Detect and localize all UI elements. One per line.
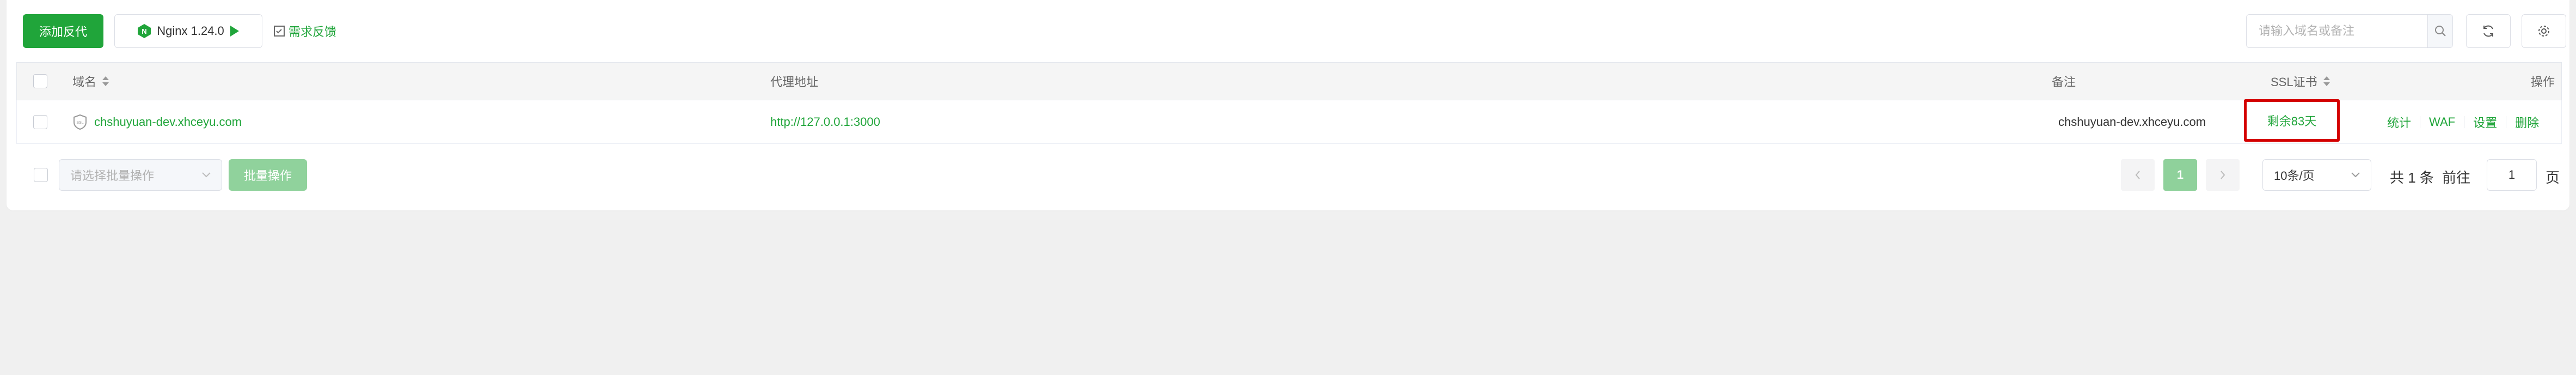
ssl-remaining-text: 剩余83天 bbox=[2267, 114, 2317, 128]
goto-page-input[interactable]: 1 bbox=[2487, 159, 2537, 191]
page-suffix-label: 页 bbox=[2546, 170, 2560, 186]
page-number-current[interactable]: 1 bbox=[2163, 159, 2197, 191]
feedback-icon bbox=[273, 25, 285, 37]
feedback-link[interactable]: 需求反馈 bbox=[273, 14, 336, 48]
column-domain[interactable]: 域名 bbox=[72, 63, 109, 100]
goto-page-value: 1 bbox=[2508, 168, 2516, 182]
refresh-button[interactable] bbox=[2466, 14, 2511, 48]
svg-text:N: N bbox=[142, 27, 147, 35]
nginx-icon: N bbox=[137, 23, 151, 39]
column-remark: 备注 bbox=[2052, 63, 2076, 100]
sort-icon bbox=[2323, 76, 2330, 87]
settings-link[interactable]: 设置 bbox=[2473, 113, 2497, 131]
add-proxy-label: 添加反代 bbox=[39, 25, 87, 39]
footer-select-all-checkbox[interactable] bbox=[34, 168, 48, 182]
goto-label: 前往 bbox=[2442, 170, 2471, 186]
column-actions: 操作 bbox=[2531, 63, 2555, 100]
delete-link[interactable]: 删除 bbox=[2515, 113, 2539, 131]
proxy-url-link[interactable]: http://127.0.0.1:3000 bbox=[770, 115, 880, 129]
page-size-select[interactable]: 10条/页 bbox=[2262, 159, 2371, 191]
chevron-down-icon bbox=[2351, 172, 2360, 178]
remark-text: chshuyuan-dev.xhceyu.com bbox=[2058, 114, 2206, 129]
ssl-remaining-badge[interactable]: 剩余83天 bbox=[2244, 99, 2340, 142]
search-icon bbox=[2434, 25, 2447, 38]
current-page-label: 1 bbox=[2176, 168, 2184, 182]
add-proxy-button[interactable]: 添加反代 bbox=[23, 14, 103, 48]
column-domain-label: 域名 bbox=[72, 75, 97, 89]
column-actions-label: 操作 bbox=[2531, 75, 2555, 89]
search-button[interactable] bbox=[2427, 15, 2452, 47]
page-size-label: 10条/页 bbox=[2274, 169, 2315, 183]
gear-icon bbox=[2537, 24, 2551, 38]
stats-link[interactable]: 统计 bbox=[2387, 113, 2411, 131]
play-icon bbox=[230, 25, 240, 37]
column-proxy: 代理地址 bbox=[770, 63, 818, 100]
total-count-text: 共 1 条 bbox=[2390, 170, 2434, 186]
chevron-left-icon bbox=[2135, 171, 2140, 179]
select-all-checkbox[interactable] bbox=[33, 74, 47, 88]
refresh-icon bbox=[2481, 24, 2495, 38]
batch-operation-select[interactable]: 请选择批量操作 bbox=[59, 159, 222, 191]
feedback-label: 需求反馈 bbox=[289, 25, 337, 39]
column-ssl-label: SSL证书 bbox=[2271, 75, 2317, 89]
remark-cell[interactable]: chshuyuan-dev.xhceyu.com bbox=[2058, 100, 2206, 143]
table-row: SSL chshuyuan-dev.xhceyu.com http://127.… bbox=[16, 100, 2562, 144]
chevron-down-icon bbox=[202, 172, 211, 178]
column-proxy-label: 代理地址 bbox=[770, 75, 819, 89]
batch-button-label: 批量操作 bbox=[243, 169, 292, 183]
batch-select-placeholder: 请选择批量操作 bbox=[70, 169, 155, 183]
svg-text:SSL: SSL bbox=[76, 121, 83, 125]
row-checkbox[interactable] bbox=[33, 114, 47, 129]
nginx-version-label: Nginx 1.24.0 bbox=[157, 24, 224, 38]
column-remark-label: 备注 bbox=[2052, 75, 2076, 89]
next-page-button[interactable] bbox=[2206, 159, 2240, 191]
batch-operation-button[interactable]: 批量操作 bbox=[229, 159, 307, 191]
domain-link[interactable]: chshuyuan-dev.xhceyu.com bbox=[94, 115, 242, 129]
prev-page-button[interactable] bbox=[2121, 159, 2155, 191]
column-ssl[interactable]: SSL证书 bbox=[2271, 63, 2330, 100]
proxy-cell: http://127.0.0.1:3000 bbox=[770, 100, 880, 143]
nginx-version-button[interactable]: N Nginx 1.24.0 bbox=[114, 14, 262, 48]
search-input[interactable] bbox=[2247, 15, 2427, 47]
actions-cell: 统计 WAF 设置 删除 bbox=[2387, 100, 2539, 143]
search-box bbox=[2246, 14, 2453, 48]
sort-icon bbox=[102, 76, 109, 87]
waf-link[interactable]: WAF bbox=[2429, 115, 2455, 129]
settings-button[interactable] bbox=[2522, 14, 2566, 48]
chevron-right-icon bbox=[2220, 171, 2225, 179]
ssl-shield-icon: SSL bbox=[72, 114, 88, 130]
domain-cell: SSL chshuyuan-dev.xhceyu.com bbox=[72, 100, 242, 143]
table-header: 域名 代理地址 备注 SSL证书 操作 bbox=[16, 62, 2562, 100]
